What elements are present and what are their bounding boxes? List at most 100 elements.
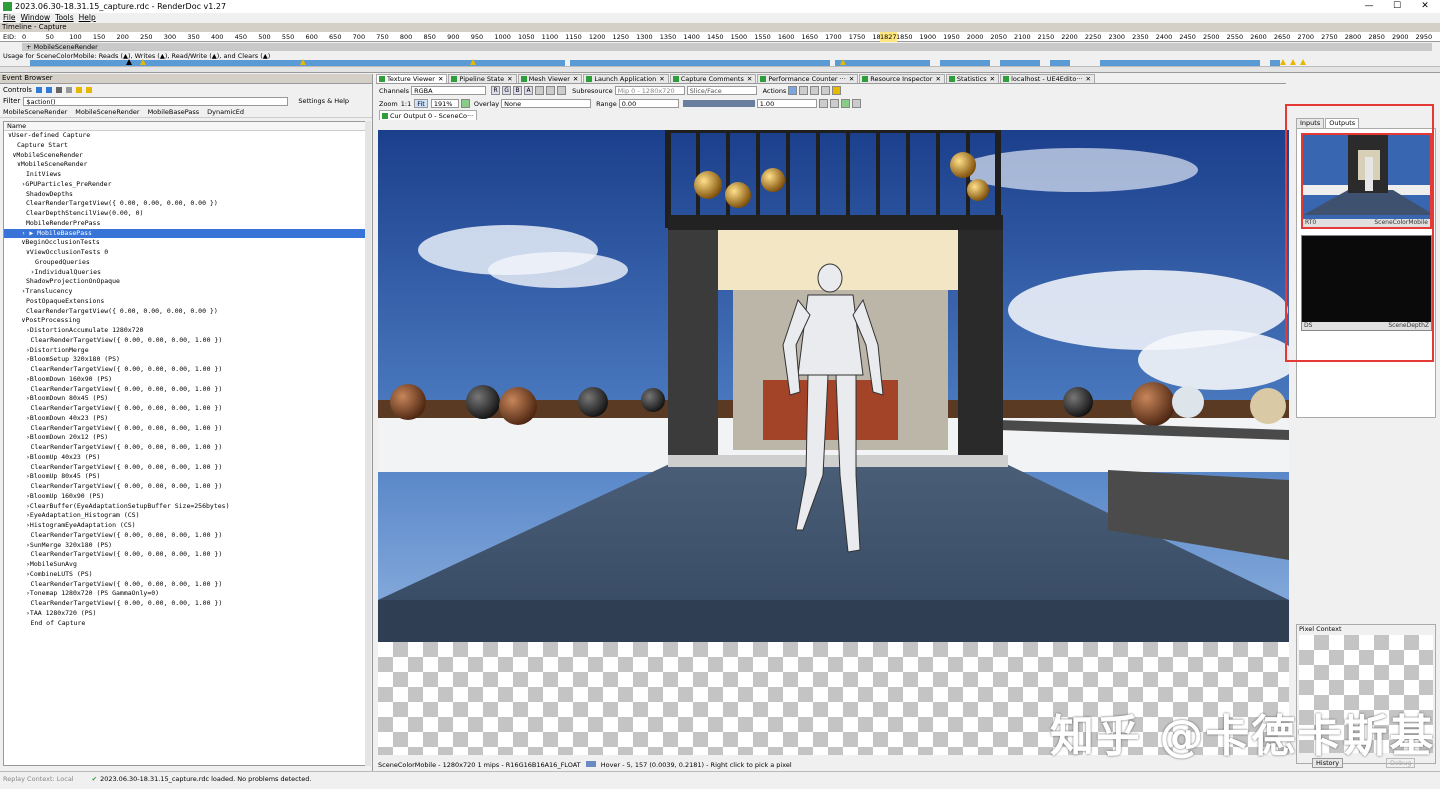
zoom-1-1-button[interactable]: 1:1 xyxy=(401,100,411,108)
timeline-ruler[interactable]: EID: 0 50 100 150 200 250 300 350 400 450 500 550 60… xyxy=(0,32,1440,42)
fit-button[interactable]: Fit xyxy=(414,99,428,108)
breadcrumb-item[interactable]: MobileSceneRender xyxy=(3,108,67,116)
close-tab-icon[interactable]: ✕ xyxy=(438,74,443,84)
event-tree-scrollbar[interactable] xyxy=(365,121,371,766)
tree-row[interactable]: ›DistortionAccumulate 1280x720 xyxy=(4,326,366,336)
channel-b-button[interactable]: B xyxy=(513,86,523,95)
tree-row[interactable]: ClearRenderTargetView({ 0.00, 0.00, 0.00… xyxy=(4,580,366,590)
view-icon[interactable] xyxy=(810,86,820,95)
close-tab-icon[interactable]: ✕ xyxy=(935,74,940,84)
tree-row[interactable]: ›BloomDown 20x12 (PS) xyxy=(4,433,366,443)
slice-select[interactable]: Slice/Face xyxy=(686,86,757,95)
tree-row[interactable]: GroupedQueries xyxy=(4,258,366,268)
custom-shader-icon[interactable] xyxy=(535,86,545,95)
tree-row[interactable]: ›BloomUp 40x23 (PS) xyxy=(4,453,366,463)
tab-current-output[interactable]: Cur Output 0 - SceneCo··· xyxy=(379,110,478,120)
tree-row[interactable]: ›CombineLUTS (PS) xyxy=(4,570,366,580)
close-tab-icon[interactable]: ✕ xyxy=(1086,74,1091,84)
zoom-arrow-icon[interactable] xyxy=(460,99,470,108)
tab-8[interactable]: localhost - UE4Edito··· ✕ xyxy=(1000,74,1095,83)
alpha-icon[interactable] xyxy=(557,86,567,95)
menu-tools[interactable]: Tools xyxy=(55,13,73,23)
tree-row[interactable]: ∨BeginOcclusionTests xyxy=(4,238,366,248)
tree-row[interactable]: ClearDepthStencilView(0.00, 0) xyxy=(4,209,366,219)
close-tab-icon[interactable]: ✕ xyxy=(507,74,512,84)
tree-row[interactable]: ClearRenderTargetView({ 0.00, 0.00, 0.00… xyxy=(4,482,366,492)
tree-row[interactable]: PostOpaqueExtensions xyxy=(4,297,366,307)
tab-2[interactable]: Mesh Viewer ✕ xyxy=(517,74,583,84)
tree-row[interactable]: ∨PostProcessing xyxy=(4,316,366,326)
tree-row[interactable]: ∨ViewOcclusionTests 0 xyxy=(4,248,366,258)
close-tab-icon[interactable]: ✕ xyxy=(747,74,752,84)
tree-row[interactable]: ClearRenderTargetView({ 0.00, 0.00, 0.00… xyxy=(4,365,366,375)
tree-row[interactable]: ›BloomSetup 320x180 (PS) xyxy=(4,355,366,365)
channels-select[interactable]: RGBA xyxy=(411,86,487,95)
histogram-icon[interactable] xyxy=(851,99,861,108)
tree-row[interactable]: ›BloomUp 160x90 (PS) xyxy=(4,492,366,502)
export-icon[interactable] xyxy=(85,86,92,93)
tree-row[interactable]: ∨MobileSceneRender xyxy=(4,151,366,161)
bookmark-icon[interactable] xyxy=(55,86,62,93)
tree-row[interactable]: ›BloomDown 160x90 (PS) xyxy=(4,375,366,385)
tree-row[interactable]: ›HistogramEyeAdaptation (CS) xyxy=(4,521,366,531)
channel-a-button[interactable]: A xyxy=(524,86,534,95)
tree-row[interactable]: ∨MobileSceneRender xyxy=(4,160,366,170)
tree-row[interactable]: ClearRenderTargetView({ 0.00, 0.00, 0.00… xyxy=(4,424,366,434)
range-histogram[interactable] xyxy=(682,100,755,107)
close-tab-icon[interactable]: ✕ xyxy=(849,74,854,84)
tree-row[interactable]: ShadowProjectionOnOpaque xyxy=(4,277,366,287)
tree-row[interactable]: ›ClearBuffer(EyeAdaptationSetupBuffer Si… xyxy=(4,502,366,512)
tree-row[interactable]: ›EyeAdaptation_Histogram (CS) xyxy=(4,511,366,521)
tree-row[interactable]: ClearRenderTargetView({ 0.00, 0.00, 0.00… xyxy=(4,550,366,560)
timeline-scrollbar[interactable] xyxy=(0,66,1440,72)
tree-row[interactable]: ClearRenderTargetView({ 0.00, 0.00, 0.00… xyxy=(4,385,366,395)
close-tab-icon[interactable]: ✕ xyxy=(659,74,664,84)
tab-4[interactable]: Capture Comments ✕ xyxy=(669,74,757,84)
tree-row[interactable]: ›BloomDown 40x23 (PS) xyxy=(4,414,366,424)
tree-row[interactable]: › ▶ MobileBasePass xyxy=(4,228,366,239)
tab-5[interactable]: Performance Counter ··· ✕ xyxy=(757,74,859,84)
tree-row[interactable]: ›Translucency xyxy=(4,287,366,297)
tree-row[interactable]: ClearRenderTargetView({ 0.00, 0.00, 0.00… xyxy=(4,336,366,346)
tree-row[interactable]: ClearRenderTargetView({ 0.00, 0.00, 0.00… xyxy=(4,404,366,414)
overlay-select[interactable]: None xyxy=(501,99,592,108)
tree-row[interactable]: ›MobileSunAvg xyxy=(4,560,366,570)
tree-row[interactable]: Capture Start xyxy=(4,141,366,151)
zoom-select[interactable]: 191% xyxy=(430,99,459,108)
tab-6[interactable]: Resource Inspector ✕ xyxy=(859,74,945,83)
breadcrumb-item[interactable]: MobileSceneRender xyxy=(75,108,139,116)
tree-row[interactable]: ClearRenderTargetView({ 0.00, 0.00, 0.00… xyxy=(4,307,366,317)
replay-context[interactable]: Replay Context: Local xyxy=(3,772,74,789)
refresh-icon[interactable] xyxy=(65,86,72,93)
filter-input[interactable]: $action() xyxy=(23,96,289,106)
tree-row[interactable]: ›GPUParticles_PreRender xyxy=(4,180,366,190)
tree-row[interactable]: ›BloomUp 80x45 (PS) xyxy=(4,472,366,482)
prev-icon[interactable] xyxy=(35,86,42,93)
next-icon[interactable] xyxy=(45,86,52,93)
tab-1[interactable]: Pipeline State ✕ xyxy=(448,74,517,84)
texture-viewport[interactable] xyxy=(378,130,1289,755)
tree-row[interactable]: ›TAA 1280x720 (PS) xyxy=(4,609,366,619)
tree-row[interactable]: InitViews xyxy=(4,170,366,180)
tree-row[interactable]: ClearRenderTargetView({ 0.00, 0.00, 0.00… xyxy=(4,443,366,453)
tree-row[interactable]: ›BloomDown 80x45 (PS) xyxy=(4,394,366,404)
tree-row[interactable]: MobileRenderPrePass xyxy=(4,219,366,229)
tab-7[interactable]: Statistics ✕ xyxy=(945,74,1000,84)
settings-icon[interactable] xyxy=(832,86,842,95)
tree-row[interactable]: ClearRenderTargetView({ 0.00, 0.00, 0.00… xyxy=(4,599,366,609)
menu-help[interactable]: Help xyxy=(79,13,96,23)
tree-row[interactable]: ClearRenderTargetView({ 0.00, 0.00, 0.00… xyxy=(4,463,366,473)
zoom-range-icon[interactable] xyxy=(818,99,828,108)
current-event-marker[interactable]: 1827 xyxy=(880,32,897,42)
tree-row[interactable]: ClearRenderTargetView({ 0.00, 0.00, 0.00… xyxy=(4,531,366,541)
flip-icon[interactable] xyxy=(821,86,831,95)
reset-range-icon[interactable] xyxy=(840,99,850,108)
close-tab-icon[interactable]: ✕ xyxy=(573,74,578,84)
minimize-button[interactable]: — xyxy=(1355,0,1383,13)
close-tab-icon[interactable]: ✕ xyxy=(990,74,995,84)
tree-column-header[interactable]: Name xyxy=(4,122,366,131)
tab-0[interactable]: Texture Viewer ✕ xyxy=(376,74,448,84)
tree-row[interactable]: ›DistortionMerge xyxy=(4,346,366,356)
range-min-input[interactable]: 0.00 xyxy=(618,99,679,108)
tree-row[interactable]: ›SunMerge 320x180 (PS) xyxy=(4,541,366,551)
